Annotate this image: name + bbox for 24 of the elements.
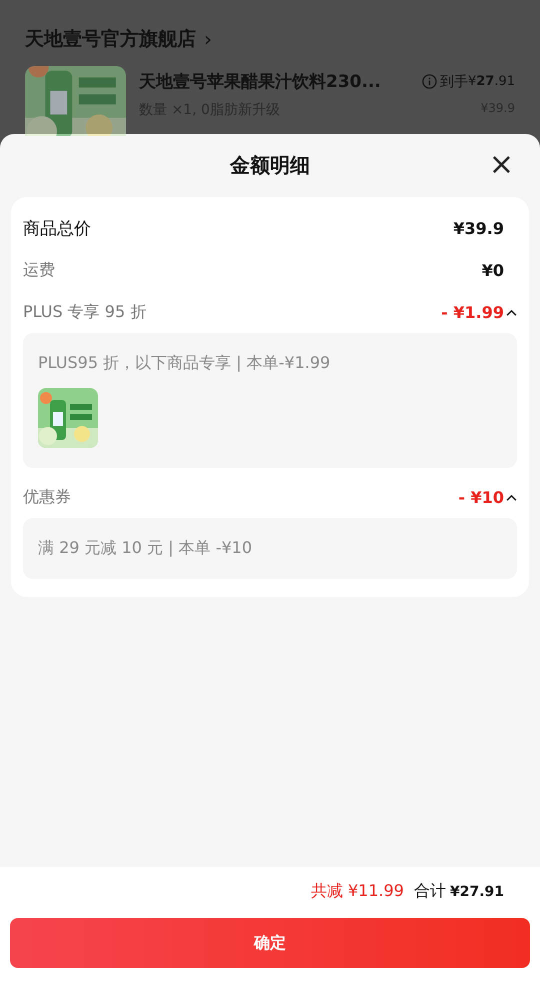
row-label: PLUS 专享 95 折 [23,302,146,322]
confirm-button[interactable]: 确定 [10,918,530,968]
detail-text: 满 29 元减 10 元 | 本单 -¥10 [38,538,254,559]
product-title: 天地壹号苹果醋果汁饮料230... [139,71,382,93]
row-value: ¥0 [482,260,504,280]
row-label: 商品总价 [23,218,91,240]
total-price: ¥27.91 [450,884,504,900]
row-label: 运费 [23,260,55,280]
final-price: ¥27.91 [468,74,515,89]
row-value: - ¥1.99 [441,302,504,322]
caret-up-icon[interactable] [506,494,517,500]
row-value: ¥39.9 [453,218,504,238]
row-label: 优惠券 [23,486,71,508]
info-icon [422,74,437,89]
row-value: - ¥10 [458,488,504,506]
sheet-title: 金额明细 [230,152,310,179]
caret-up-icon[interactable] [506,308,517,316]
store-name[interactable]: 天地壹号官方旗舰店 [25,26,196,52]
total-saved: 共减 ¥11.99 [310,881,404,902]
final-price-label: 到手 [440,72,468,90]
close-button[interactable]: × [484,150,518,180]
total-label: 合计 [414,881,446,902]
detail-text: PLUS95 折，以下商品专享 | 本单-¥1.99 [38,353,332,374]
chevron-icon: › [204,27,212,51]
